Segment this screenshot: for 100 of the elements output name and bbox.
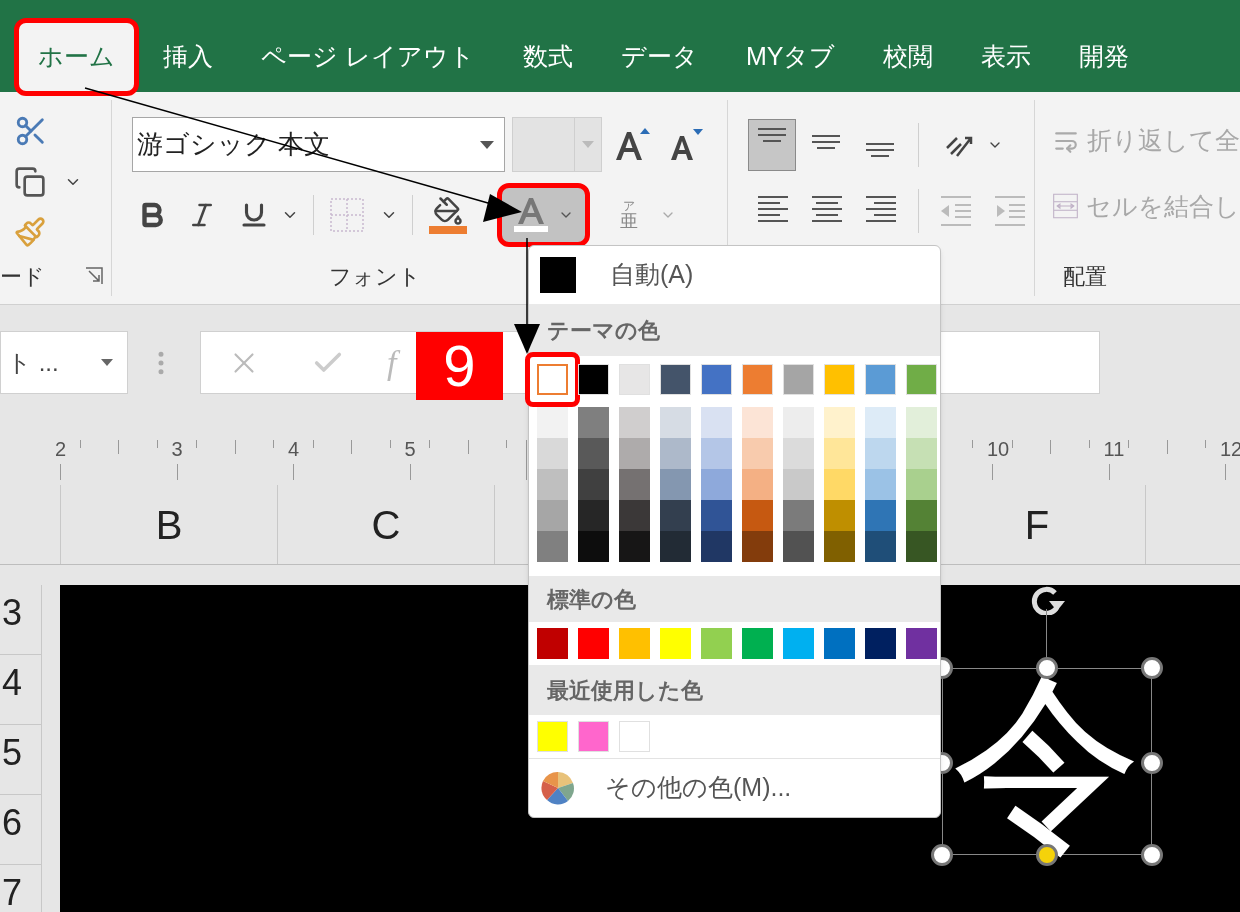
color-swatch[interactable] (906, 469, 937, 500)
color-wheel-icon (541, 771, 575, 805)
color-swatch[interactable] (537, 407, 568, 438)
color-swatch[interactable] (824, 438, 855, 469)
color-swatch[interactable] (783, 407, 814, 438)
color-swatch[interactable] (660, 500, 691, 531)
increase-indent-icon[interactable] (993, 194, 1027, 228)
column-header[interactable]: B (60, 485, 277, 564)
color-swatch[interactable] (824, 407, 855, 438)
resize-handle[interactable] (1141, 657, 1163, 679)
resize-handle[interactable] (1141, 844, 1163, 866)
resize-handle[interactable] (1141, 752, 1163, 774)
color-swatch[interactable] (578, 438, 609, 469)
color-swatch[interactable] (578, 469, 609, 500)
row-header[interactable]: 7 (0, 865, 42, 912)
automatic-color-item[interactable]: 自動(A) (529, 246, 940, 304)
color-swatch[interactable] (783, 628, 814, 659)
row-header[interactable]: 5 (0, 725, 42, 795)
color-swatch[interactable] (660, 469, 691, 500)
color-swatch[interactable] (619, 407, 650, 438)
color-swatch[interactable] (660, 628, 691, 659)
row-header[interactable]: 4 (0, 655, 42, 725)
color-swatch[interactable] (537, 500, 568, 531)
color-swatch[interactable] (906, 407, 937, 438)
ribbon-tab[interactable]: データ (596, 18, 722, 96)
color-swatch[interactable] (742, 628, 773, 659)
color-swatch[interactable] (865, 531, 896, 562)
ribbon-tab[interactable]: ページ レイアウト (237, 18, 499, 96)
color-swatch[interactable] (865, 628, 896, 659)
color-swatch[interactable] (783, 500, 814, 531)
color-swatch[interactable] (660, 438, 691, 469)
color-swatch[interactable] (701, 628, 732, 659)
color-swatch[interactable] (906, 628, 937, 659)
name-box[interactable]: ト ... (0, 331, 128, 394)
section-header: テーマの色 (529, 304, 940, 356)
color-swatch[interactable] (619, 531, 650, 562)
caret-icon (480, 140, 494, 149)
color-swatch[interactable] (578, 531, 609, 562)
color-swatch[interactable] (619, 628, 650, 659)
color-swatch[interactable] (783, 438, 814, 469)
color-swatch[interactable] (824, 531, 855, 562)
color-swatch[interactable] (824, 500, 855, 531)
step-badge: 9 (416, 332, 503, 400)
color-swatch[interactable] (701, 500, 732, 531)
color-swatch[interactable] (537, 364, 568, 395)
ribbon-tab[interactable]: MYタブ (721, 18, 860, 96)
color-swatch[interactable] (578, 407, 609, 438)
color-swatch[interactable] (701, 531, 732, 562)
color-swatch[interactable] (578, 628, 609, 659)
format-painter-icon[interactable] (14, 216, 46, 248)
color-swatch[interactable] (701, 407, 732, 438)
color-swatch[interactable] (619, 469, 650, 500)
color-swatch[interactable] (742, 407, 773, 438)
color-swatch[interactable] (824, 469, 855, 500)
resize-handle[interactable] (1036, 657, 1058, 679)
ribbon-tab[interactable]: 数式 (498, 18, 597, 96)
color-swatch[interactable] (742, 500, 773, 531)
ribbon-tab[interactable]: 校閲 (859, 18, 958, 96)
color-swatch[interactable] (865, 407, 896, 438)
ribbon-tab[interactable]: 挿入 (139, 18, 237, 96)
decrease-indent-icon[interactable] (939, 194, 973, 228)
color-swatch[interactable] (701, 469, 732, 500)
color-swatch[interactable] (783, 531, 814, 562)
ribbon-tab[interactable]: 表示 (957, 18, 1056, 96)
color-swatch[interactable] (619, 500, 650, 531)
more-colors-item[interactable]: その他の色(M)... (529, 759, 940, 817)
ribbon-tab[interactable]: ホーム (14, 18, 139, 96)
color-swatch[interactable] (865, 438, 896, 469)
dialog-launcher-icon[interactable] (85, 267, 103, 285)
color-swatch[interactable] (701, 438, 732, 469)
vertical-align-button[interactable] (748, 119, 796, 171)
color-swatch[interactable] (537, 438, 568, 469)
color-swatch[interactable] (783, 469, 814, 500)
fill-color-icon[interactable] (429, 196, 467, 234)
color-swatch[interactable] (906, 438, 937, 469)
resize-handle[interactable] (931, 844, 953, 866)
ribbon-tab[interactable]: 開発 (1055, 18, 1154, 96)
borders-icon[interactable] (330, 198, 364, 232)
font-size-field[interactable] (512, 117, 602, 172)
color-swatch[interactable] (578, 500, 609, 531)
color-swatch[interactable] (537, 531, 568, 562)
row-header[interactable]: 3 (0, 585, 42, 655)
color-swatch[interactable] (537, 628, 568, 659)
color-swatch[interactable] (660, 531, 691, 562)
color-swatch[interactable] (742, 438, 773, 469)
column-header[interactable]: C (277, 485, 494, 564)
color-swatch[interactable] (865, 469, 896, 500)
color-swatch[interactable] (865, 500, 896, 531)
color-swatch[interactable] (537, 469, 568, 500)
color-swatch[interactable] (824, 628, 855, 659)
font-color-button[interactable] (497, 183, 590, 247)
copy-icon[interactable] (14, 166, 46, 198)
color-swatch[interactable] (742, 531, 773, 562)
color-swatch[interactable] (619, 438, 650, 469)
group-label: 配置 (1063, 262, 1107, 291)
color-swatch[interactable] (660, 407, 691, 438)
row-header[interactable]: 6 (0, 795, 42, 865)
color-swatch[interactable] (742, 469, 773, 500)
color-swatch[interactable] (906, 531, 937, 562)
color-swatch[interactable] (906, 500, 937, 531)
